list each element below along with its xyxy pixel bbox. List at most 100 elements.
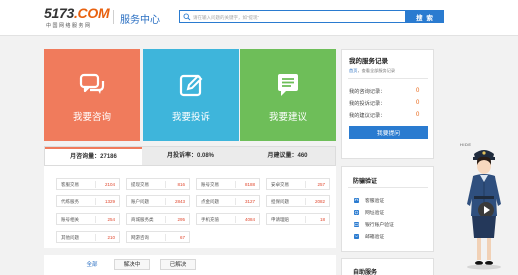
headset-icon [354,198,359,203]
category-count: 8188 [244,182,255,187]
verify-label: 网址验证 [365,211,385,216]
verify-website[interactable]: 网址验证 [354,209,424,217]
category-name: 账号交易 [201,182,219,187]
category-separator [165,198,166,205]
self-service-panel: 自助服务 [341,258,434,275]
mail-icon [354,234,359,239]
filter-bar: 全部 解决中 已解决 [44,255,336,275]
record-label: 我的投诉记录： [349,101,386,107]
category-item[interactable]: 点金问题 3127 [196,195,260,207]
record-label: 我的建议记录： [349,113,386,119]
record-count: 0 [416,112,420,118]
verify-customer-service[interactable]: 客服验证 [354,197,424,205]
search-input[interactable] [193,12,403,22]
records-subtitle-text: ，查看全部服务记录 [357,68,396,73]
chat-bubbles-icon [79,73,105,94]
category-item[interactable]: 其他问题 210 [56,231,120,243]
ask-question-button[interactable]: 我要提问 [349,126,428,139]
logo-subtitle: 中国网络服务网 [46,23,92,29]
edit-pencil-icon [179,74,203,97]
category-separator [235,181,236,188]
category-item[interactable]: 申请理赔 18 [266,213,330,225]
category-count: 210 [107,235,115,240]
tab-solved[interactable]: 已解决 [160,259,196,270]
category-count: 257 [317,182,325,187]
category-item[interactable]: 客服交易 2104 [56,178,120,190]
globe-icon [354,210,359,215]
search-box[interactable] [179,10,406,23]
category-separator [235,216,236,223]
suggest-tile-label: 我要建议 [268,112,307,123]
category-item[interactable]: 代练服务 1329 [56,195,120,207]
category-separator [305,216,306,223]
monthly-consult-stat[interactable]: 月咨询量：27186 [45,147,142,165]
category-name: 账户问题 [131,199,149,204]
verify-bank-account[interactable]: 银行账户验证 [354,221,424,229]
fraud-verify-title: 防骗验证 [353,179,378,185]
verify-label: 客服验证 [365,199,385,204]
category-name: 账号相关 [61,217,79,222]
category-item[interactable]: 账户问题 2843 [126,195,190,207]
category-item[interactable]: 手机充值 4084 [196,213,260,225]
police-officer-icon [467,150,501,270]
category-name: 商城服务类 [131,217,154,222]
category-item[interactable]: 提现交易 816 [126,178,190,190]
category-name: 客服交易 [61,182,79,187]
search-button[interactable]: 搜 索 [406,10,444,23]
category-count: 2104 [104,182,115,187]
category-count: 1329 [104,199,115,204]
category-separator [235,198,236,205]
category-panel: 客服交易 2104 提现交易 816 账号交易 8188 安卓交易 257 代练服务 13… [44,166,336,248]
record-count: 0 [416,88,420,94]
verify-label: 银行账户验证 [365,223,394,228]
suggest-tile[interactable]: 我要建议 [240,49,336,141]
complain-tile-label: 我要投诉 [171,112,210,123]
tab-in-progress[interactable]: 解决中 [114,259,150,270]
record-label: 我的咨询记录： [349,89,386,95]
category-name: 提现交易 [131,182,149,187]
category-name: 点金问题 [201,199,219,204]
tab-all[interactable]: 全部 [74,259,110,270]
service-center-title: 服务中心 [120,15,160,26]
records-subtitle: 首页，查看全部服务记录 [349,68,395,74]
category-count: 254 [107,217,115,222]
verify-email[interactable]: 邮箱验证 [354,233,424,241]
category-count: 18 [319,217,325,222]
category-item[interactable]: 商城服务类 295 [126,213,190,225]
records-title: 我的服务记录 [349,58,388,65]
record-row-complain[interactable]: 我的投诉记录： 0 [349,100,429,107]
category-name: 网游咨询 [131,235,149,240]
category-name: 安卓交易 [271,182,289,187]
search-icon [183,13,191,21]
record-row-consult[interactable]: 我的咨询记录： 0 [349,88,429,95]
consult-tile-label: 我要咨询 [72,112,111,123]
fraud-divider [348,187,428,188]
consult-tile[interactable]: 我要咨询 [44,49,140,141]
category-item[interactable]: 安卓交易 257 [266,178,330,190]
category-name: 手机充值 [201,217,219,222]
category-name: 担保问题 [271,199,289,204]
category-item[interactable]: 账号相关 254 [56,213,120,225]
category-separator [165,234,166,241]
category-count: 2082 [314,199,325,204]
service-records-panel: 我的服务记录 首页，查看全部服务记录 我的咨询记录： 0 我的投诉记录： 0 我的建… [341,49,434,159]
monthly-complain-stat[interactable]: 月投诉率：0.08% [142,147,239,165]
record-row-suggest[interactable]: 我的建议记录： 0 [349,112,429,119]
site-logo[interactable]: 5173.COM 中国网络服务网 [44,5,112,31]
category-count: 67 [179,235,185,240]
police-mascot[interactable]: HIDE [456,142,512,272]
logo-com: .COM [73,5,110,21]
category-separator [305,181,306,188]
category-separator [165,181,166,188]
category-name: 申请理赔 [271,217,289,222]
category-item[interactable]: 账号交易 8188 [196,178,260,190]
bank-card-icon [354,222,359,227]
category-item[interactable]: 担保问题 2082 [266,195,330,207]
header-divider [113,10,114,24]
category-count: 2843 [174,199,185,204]
complain-tile[interactable]: 我要投诉 [143,49,239,141]
verify-label: 邮箱验证 [365,235,385,240]
monthly-suggest-stat[interactable]: 月建议量：460 [239,147,336,165]
category-item[interactable]: 网游咨询 67 [126,231,190,243]
record-count: 0 [416,100,420,106]
